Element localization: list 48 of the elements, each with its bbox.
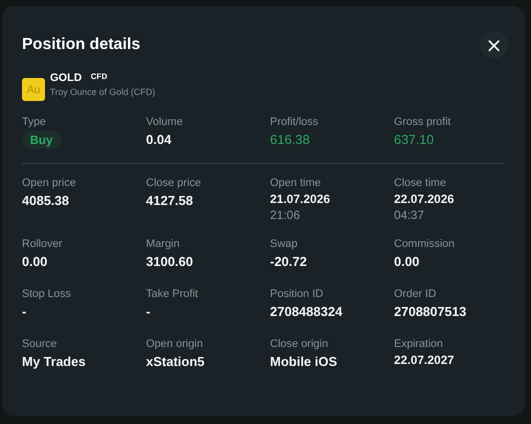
field-label: Take Profit (146, 287, 199, 302)
field-value: - (22, 303, 28, 321)
field-label: Position ID (270, 287, 324, 302)
field-value: -20.72 (270, 253, 308, 271)
field-label: Close time (394, 176, 447, 191)
field-label: Order ID (394, 287, 438, 302)
field-label: Swap (270, 237, 299, 252)
type-tag: Buy (22, 131, 61, 149)
instrument-symbol: GOLD (50, 72, 82, 84)
field-value: 2708807513 (394, 303, 468, 321)
field-value: 637.10 (394, 131, 435, 149)
field-label: Margin (146, 237, 181, 252)
field-label: Source (22, 337, 58, 352)
field-label: Close origin (270, 337, 330, 352)
field-value: 2708488324 (270, 303, 344, 321)
instrument-description: Troy Ounce of Gold (CFD) (50, 87, 156, 97)
field-value: 22.07.2027 (394, 352, 456, 368)
field-value: 0.04 (146, 131, 172, 149)
instrument-type-label: CFD (90, 72, 108, 81)
close-button[interactable]: × (480, 31, 508, 59)
field-value: Mobile iOS (270, 353, 338, 371)
field-label: Volume (146, 115, 184, 130)
field-label: Rollover (22, 237, 64, 252)
field-label: Type (22, 115, 47, 130)
field-label: Open origin (146, 337, 204, 352)
field-label: Gross profit (394, 115, 452, 130)
field-label: Close price (146, 176, 202, 191)
field-label: Open price (22, 176, 77, 191)
instrument-icon: Au (22, 78, 45, 101)
field-label: Stop Loss (22, 287, 72, 302)
field-value: 0.00 (22, 253, 48, 271)
field-time: 04:37 (394, 207, 426, 223)
field-value: 4085.38 (22, 192, 70, 210)
field-label: Profit/loss (270, 115, 320, 130)
field-value: 21.07.2026 (270, 191, 332, 207)
field-time: 21:06 (270, 207, 302, 223)
field-value: 3100.60 (146, 253, 194, 271)
field-value: 22.07.2026 (394, 191, 456, 207)
field-value: - (146, 303, 152, 321)
field-value: xStation5 (146, 353, 206, 371)
field-value: 4127.58 (146, 192, 194, 210)
dialog-title: Position details (22, 36, 140, 54)
field-label: Open time (270, 176, 322, 191)
field-value: 0.00 (394, 253, 420, 271)
field-label: Commission (394, 237, 456, 252)
field-label: Expiration (394, 337, 444, 352)
field-value: My Trades (22, 353, 87, 371)
field-value: 616.38 (270, 131, 311, 149)
